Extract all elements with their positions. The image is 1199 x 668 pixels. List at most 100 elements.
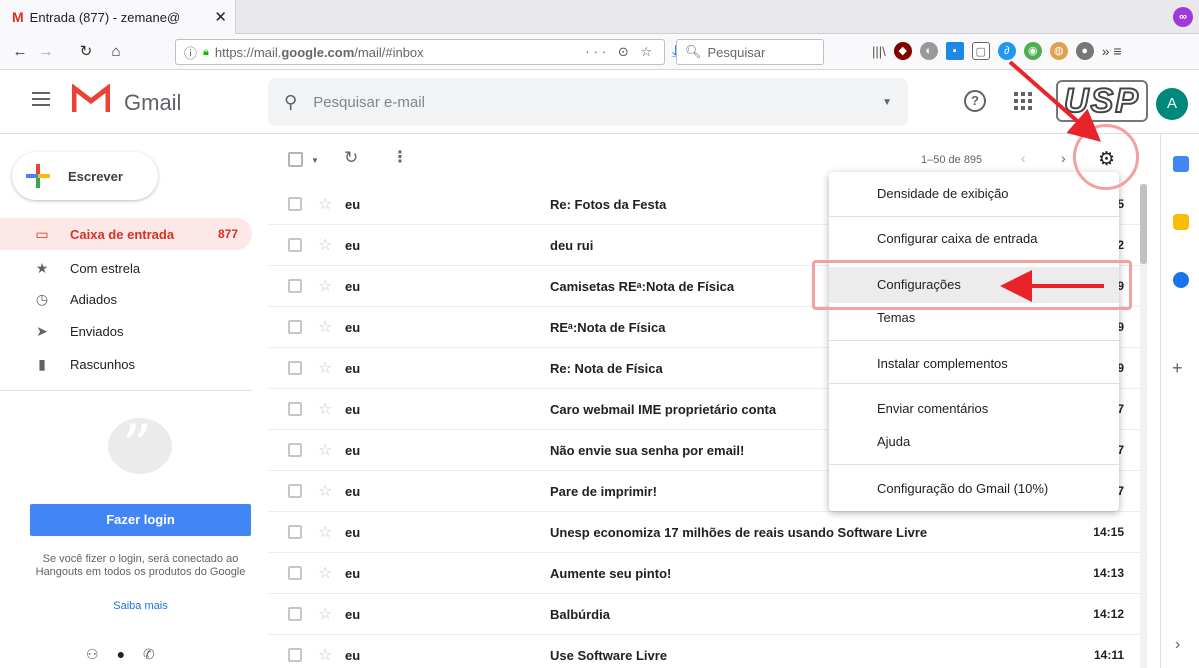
message-list-scrollbar[interactable] xyxy=(1140,184,1147,668)
star-icon[interactable]: ☆ xyxy=(318,358,332,378)
message-checkbox[interactable] xyxy=(288,525,302,539)
message-checkbox[interactable] xyxy=(288,648,302,662)
forward-arrow-icon[interactable]: → xyxy=(36,40,56,64)
nav-item-snoozed[interactable]: ◷ Adiados xyxy=(0,283,252,315)
previous-page-icon[interactable]: ‹ xyxy=(1021,150,1026,166)
menu-send-feedback[interactable]: Enviar comentários xyxy=(829,391,1119,427)
message-checkbox[interactable] xyxy=(288,238,302,252)
gmail-logo-icon[interactable] xyxy=(72,84,110,114)
apps-grid-icon[interactable] xyxy=(1014,92,1032,110)
message-checkbox[interactable] xyxy=(288,197,302,211)
nav-item-inbox[interactable]: ▭ Caixa de entrada 877 xyxy=(0,218,252,250)
reload-icon[interactable]: ↻ xyxy=(76,40,96,64)
menu-help[interactable]: Ajuda xyxy=(829,424,1119,460)
more-options-icon[interactable]: ⋮ xyxy=(392,147,408,167)
message-row[interactable]: ☆ eu Balbúrdia 14:12 xyxy=(268,594,1148,635)
message-subject: Pare de imprimir! xyxy=(550,484,657,499)
star-icon[interactable]: ☆ xyxy=(318,440,332,460)
overflow-menu-icon[interactable]: » ≡ xyxy=(1102,43,1122,59)
info-icon[interactable]: ⓘ xyxy=(184,43,197,62)
private-mask-icon[interactable]: ∞ xyxy=(1173,7,1193,27)
star-icon[interactable]: ☆ xyxy=(318,194,332,214)
page-actions-icon[interactable]: ··· ⊙ ☆ xyxy=(585,44,656,60)
menu-gmail-setup[interactable]: Configuração do Gmail (10%) xyxy=(829,471,1119,507)
translate-icon[interactable]: ∂ xyxy=(997,42,1016,60)
search-options-icon[interactable]: ▼ xyxy=(882,97,892,108)
scrollbar-thumb[interactable] xyxy=(1140,184,1147,264)
message-subject: Balbúrdia xyxy=(550,607,610,622)
message-row[interactable]: ☆ eu Use Software Livre 14:11 xyxy=(268,635,1148,668)
contacts-icon[interactable]: ⚇ xyxy=(86,646,99,663)
back-arrow-icon[interactable]: ← xyxy=(10,40,30,64)
nav-item-label: Com estrela xyxy=(70,260,141,276)
privacy-badger-icon[interactable]: ◐ xyxy=(919,42,938,60)
message-checkbox[interactable] xyxy=(288,566,302,580)
reader-icon[interactable]: ▢ xyxy=(971,42,990,60)
menu-install-addons[interactable]: Instalar complementos xyxy=(829,346,1119,382)
message-checkbox[interactable] xyxy=(288,607,302,621)
star-icon[interactable]: ☆ xyxy=(318,399,332,419)
gmail-favicon-icon: M xyxy=(12,9,24,25)
browser-tab[interactable]: M Entrada (877) - zemane@ ✕ xyxy=(0,0,236,34)
draft-icon: ▮ xyxy=(38,355,46,372)
extension-badge-icon[interactable]: ▪ xyxy=(945,42,964,60)
star-icon[interactable]: ☆ xyxy=(318,563,332,583)
hangouts-icon xyxy=(108,412,172,480)
star-icon[interactable]: ☆ xyxy=(318,481,332,501)
refresh-icon[interactable]: ↻ xyxy=(344,148,358,168)
compose-button[interactable]: Escrever xyxy=(12,152,158,200)
hangouts-chat-icon[interactable]: ● xyxy=(117,646,125,663)
search-icon[interactable]: ⚲ xyxy=(284,92,297,113)
star-icon[interactable]: ☆ xyxy=(318,276,332,296)
hangouts-bottom-bar: ⚇ ● ✆ xyxy=(86,646,155,663)
home-icon[interactable]: ⌂ xyxy=(106,40,126,64)
menu-separator xyxy=(829,340,1119,341)
star-icon[interactable]: ☆ xyxy=(318,522,332,542)
gmail-logo-text[interactable]: Gmail xyxy=(124,90,181,116)
hangouts-login-button[interactable]: Fazer login xyxy=(30,504,251,536)
message-checkbox[interactable] xyxy=(288,484,302,498)
browser-search-box[interactable]: 🔍︎ Pesquisar xyxy=(676,39,824,65)
message-sender: eu xyxy=(345,320,361,335)
message-checkbox[interactable] xyxy=(288,320,302,334)
main-menu-icon[interactable] xyxy=(32,92,50,106)
nav-item-starred[interactable]: ★ Com estrela xyxy=(0,252,252,284)
select-options-icon[interactable]: ▼ xyxy=(311,156,319,165)
nav-item-sent[interactable]: ➤ Enviados xyxy=(0,315,252,347)
help-icon[interactable]: ? xyxy=(964,90,986,112)
tasks-icon[interactable] xyxy=(1173,272,1189,288)
message-checkbox[interactable] xyxy=(288,361,302,375)
select-all-checkbox[interactable] xyxy=(288,152,303,167)
message-checkbox[interactable] xyxy=(288,402,302,416)
green-extension-icon[interactable]: ◉ xyxy=(1023,42,1042,60)
learn-more-link[interactable]: Saiba mais xyxy=(30,600,251,612)
ublock-icon[interactable]: ◆ xyxy=(893,42,912,60)
grey-extension-icon[interactable]: ● xyxy=(1075,42,1094,60)
message-sender: eu xyxy=(345,402,361,417)
nav-item-drafts[interactable]: ▮ Rascunhos xyxy=(0,348,252,380)
star-icon[interactable]: ☆ xyxy=(318,317,332,337)
keep-icon[interactable] xyxy=(1173,214,1189,230)
menu-configure-inbox[interactable]: Configurar caixa de entrada xyxy=(829,221,1119,257)
add-addon-icon[interactable]: + xyxy=(1172,358,1183,379)
star-icon[interactable]: ☆ xyxy=(318,604,332,624)
mail-search-placeholder: Pesquisar e-mail xyxy=(313,93,425,111)
calendar-icon[interactable] xyxy=(1173,156,1189,172)
phone-icon[interactable]: ✆ xyxy=(143,646,155,663)
star-icon[interactable]: ☆ xyxy=(318,645,332,665)
star-icon[interactable]: ☆ xyxy=(318,235,332,255)
menu-display-density[interactable]: Densidade de exibição xyxy=(829,176,1119,212)
browser-tab-bar: M Entrada (877) - zemane@ ✕ ∞ xyxy=(0,0,1199,34)
next-page-icon[interactable]: › xyxy=(1061,150,1066,166)
url-bar[interactable]: ⓘ 🔒︎ https://mail.google.com/mail/#inbox… xyxy=(175,39,665,65)
message-row[interactable]: ☆ eu Unesp economiza 17 milhões de reais u… xyxy=(268,512,1148,553)
library-icon[interactable]: |||\ xyxy=(872,44,886,59)
expand-panel-icon[interactable]: › xyxy=(1175,636,1180,654)
account-avatar[interactable]: A xyxy=(1156,88,1188,120)
message-row[interactable]: ☆ eu Aumente seu pinto! 14:13 xyxy=(268,553,1148,594)
mail-search-input[interactable]: ⚲ Pesquisar e-mail ▼ xyxy=(268,78,908,126)
message-checkbox[interactable] xyxy=(288,443,302,457)
orange-extension-icon[interactable]: ◍ xyxy=(1049,42,1068,60)
close-tab-icon[interactable]: ✕ xyxy=(214,8,227,26)
message-checkbox[interactable] xyxy=(288,279,302,293)
